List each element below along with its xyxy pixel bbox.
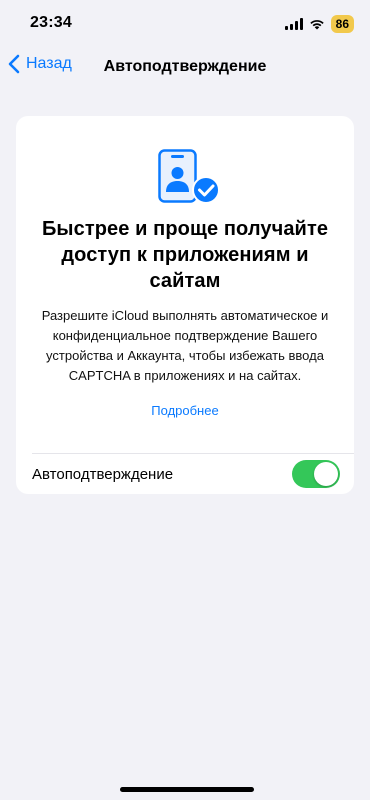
id-badge-check-icon xyxy=(158,149,220,204)
wifi-icon xyxy=(309,20,324,30)
signal-icon xyxy=(284,18,303,30)
home-indicator xyxy=(120,787,254,792)
status-bar: 23:34 86 xyxy=(0,0,370,44)
auto-verification-card: Быстрее и проще получайте доступ к прило… xyxy=(16,116,354,494)
status-time: 23:34 xyxy=(30,14,72,31)
toggle-label: Автоподтверждение xyxy=(32,466,174,483)
page-title: Автоподтверждение xyxy=(103,58,267,75)
auto-verification-toggle[interactable] xyxy=(292,460,340,488)
navigation-bar: Назад Автоподтверждение xyxy=(0,50,370,84)
learn-more-link[interactable]: Подробнее xyxy=(16,402,354,420)
status-icons: 86 xyxy=(284,15,354,33)
toggle-knob xyxy=(314,462,338,486)
battery-icon: 86 xyxy=(330,15,354,33)
card-description: Разрешите iCloud выполнять автоматическо… xyxy=(41,308,329,383)
card-headline: Быстрее и проще получайте доступ к прило… xyxy=(41,218,329,292)
auto-verification-row: Автоподтверждение xyxy=(16,454,354,494)
